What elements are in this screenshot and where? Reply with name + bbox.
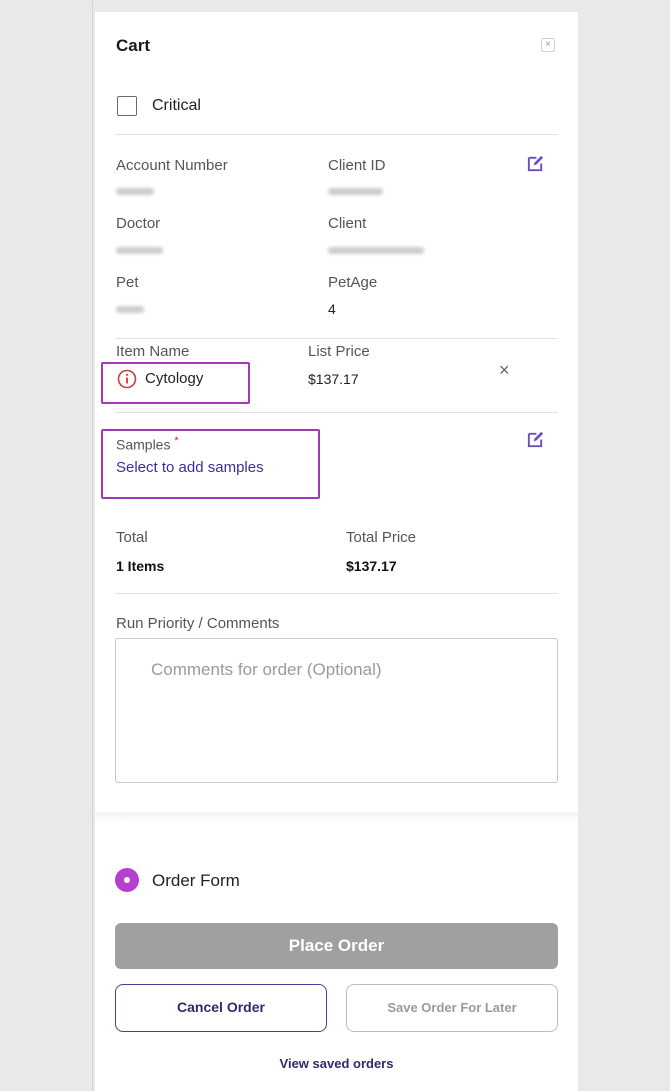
client-label: Client (328, 215, 367, 232)
comments-placeholder: Comments for order (Optional) (151, 660, 382, 679)
account-number-label: Account Number (116, 157, 228, 174)
cart-panel: Cart × Critical Account Number Client ID… (95, 12, 578, 1091)
divider (115, 412, 558, 413)
client-id-label: Client ID (328, 157, 386, 174)
add-samples-link[interactable]: Select to add samples (116, 459, 264, 476)
doctor-label: Doctor (116, 215, 161, 232)
divider (115, 338, 558, 339)
client-id-value (328, 188, 383, 195)
info-icon[interactable] (117, 369, 137, 389)
total-price-label: Total Price (346, 529, 417, 546)
save-order-later-button[interactable]: Save Order For Later (346, 984, 558, 1032)
total-label: Total (116, 529, 148, 546)
samples-label: Samples * (116, 435, 179, 453)
list-price-label: List Price (308, 343, 370, 360)
required-mark: * (174, 435, 179, 447)
pet-label: Pet (116, 274, 139, 291)
cancel-order-button[interactable]: Cancel Order (115, 984, 327, 1032)
total-price: $137.17 (346, 558, 397, 574)
pet-value (116, 306, 144, 313)
remove-icon[interactable]: × (499, 360, 510, 381)
critical-checkbox[interactable] (117, 96, 137, 116)
account-number-value (116, 188, 154, 195)
item-price: $137.17 (308, 371, 359, 387)
divider (115, 134, 558, 135)
item-name: Cytology (145, 370, 204, 387)
order-form-radio[interactable] (115, 868, 139, 892)
item-name-label: Item Name (116, 343, 190, 360)
pet-age-value: 4 (328, 301, 336, 317)
cart-title: Cart (116, 36, 151, 55)
total-items: 1 Items (116, 558, 165, 574)
comments-label: Run Priority / Comments (116, 615, 280, 632)
edit-icon[interactable] (526, 430, 545, 449)
edit-icon[interactable] (526, 154, 545, 173)
divider (115, 593, 558, 594)
view-saved-orders-link[interactable]: View saved orders (95, 1056, 578, 1071)
order-form-label: Order Form (152, 871, 240, 890)
doctor-value (116, 247, 163, 254)
page-divider (92, 0, 93, 1091)
client-value (328, 247, 424, 254)
critical-label: Critical (152, 97, 201, 114)
samples-label-text: Samples (116, 436, 171, 453)
place-order-button[interactable]: Place Order (115, 923, 558, 969)
footer-separator (95, 812, 578, 822)
close-icon[interactable]: × (541, 38, 555, 52)
comments-textarea[interactable]: Comments for order (Optional) (115, 638, 558, 783)
pet-age-label: PetAge (328, 274, 378, 291)
